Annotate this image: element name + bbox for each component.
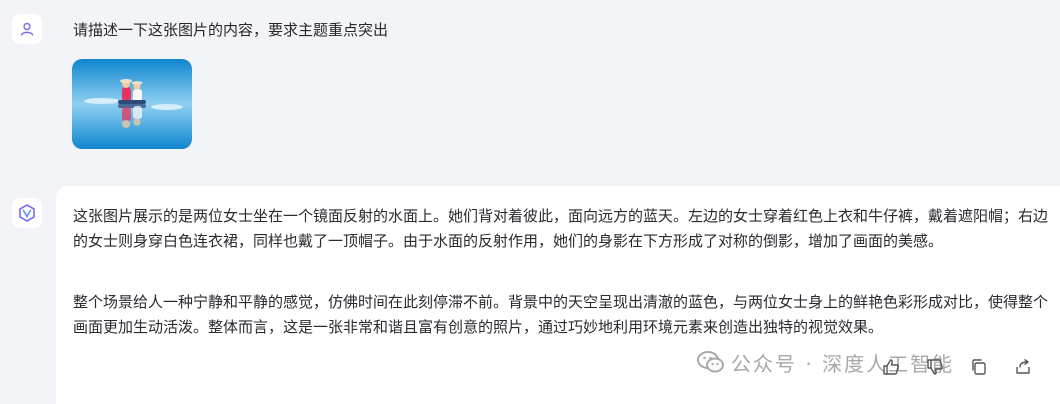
thumbs-up-icon (883, 359, 899, 375)
user-avatar (12, 14, 42, 44)
thumbs-down-icon (927, 359, 943, 375)
assistant-paragraph: 这张图片展示的是两位女士坐在一个镜面反射的水面上。她们背对着彼此，面向远方的蓝天… (73, 207, 1049, 250)
wechat-icon (697, 350, 725, 374)
message-actions (882, 358, 1032, 376)
copy-icon (972, 359, 986, 375)
assistant-logo-icon (19, 204, 35, 222)
dislike-button[interactable] (926, 358, 944, 376)
assistant-avatar (12, 198, 42, 228)
like-button[interactable] (882, 358, 900, 376)
user-message-text: 请描述一下这张图片的内容，要求主题重点突出 (73, 21, 389, 39)
copy-button[interactable] (970, 358, 988, 376)
share-icon (1016, 359, 1030, 374)
assistant-paragraph: 整个场景给人一种宁静和平静的感觉，仿佛时间在此刻停滞不前。背景中的天空呈现出清澈… (73, 293, 1049, 336)
uploaded-image-thumbnail[interactable] (72, 59, 192, 149)
share-button[interactable] (1014, 358, 1032, 376)
user-icon (20, 22, 34, 36)
